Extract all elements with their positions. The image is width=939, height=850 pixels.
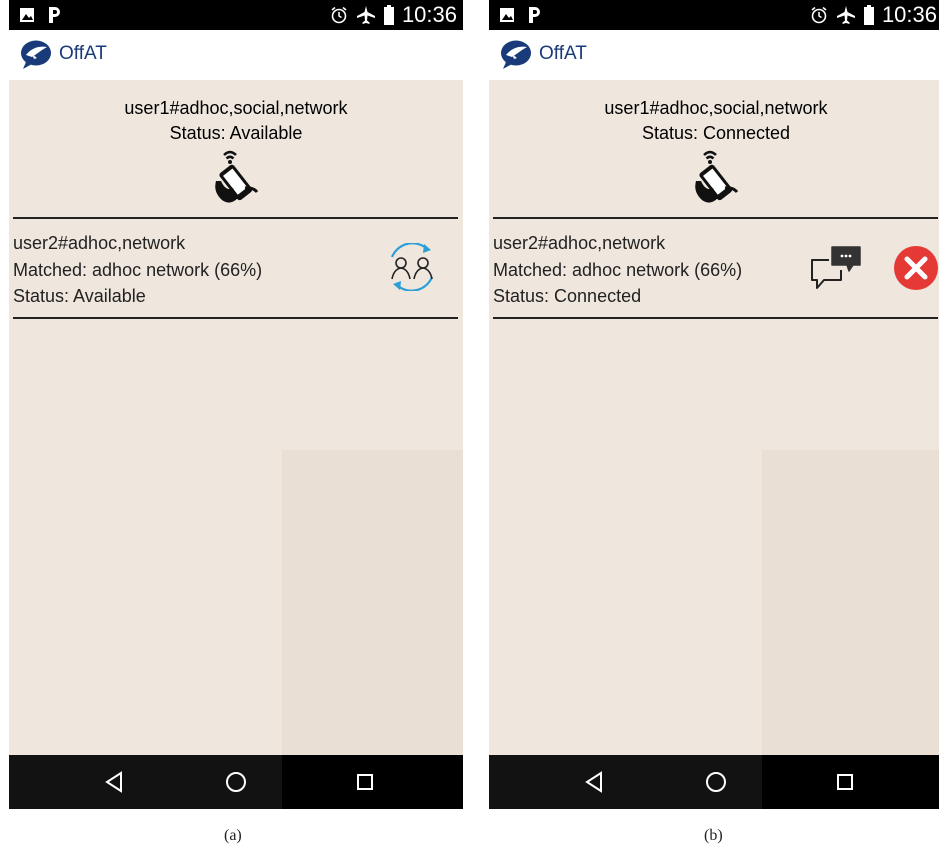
content-area: user1#adhoc,social,network Status: Avail… — [9, 80, 463, 755]
status-time: 10:36 — [881, 2, 937, 27]
recents-button[interactable] — [829, 766, 861, 798]
back-button[interactable] — [99, 766, 131, 798]
current-user-status: Status: Connected — [641, 123, 791, 143]
current-user-name: user1#adhoc,social,network — [124, 98, 348, 118]
connect-users-icon[interactable] — [383, 243, 441, 291]
phone-signal-icon — [695, 150, 739, 203]
home-button[interactable] — [220, 766, 252, 798]
peer-matched: Matched: adhoc network (66%) — [13, 260, 263, 280]
status-bar: 10:36 — [9, 0, 463, 30]
divider — [493, 217, 938, 219]
disconnect-icon[interactable] — [893, 245, 939, 291]
status-time: 10:36 — [401, 2, 457, 27]
nav-bar — [9, 755, 463, 809]
divider — [13, 317, 458, 319]
peer-name: user2#adhoc,network — [493, 233, 666, 253]
app-bar: OffAT — [9, 30, 463, 80]
caption-b: (b) — [704, 827, 723, 844]
phone-screen-b: 10:36 OffAT user1#adhoc,social,network S… — [489, 0, 939, 809]
home-button[interactable] — [700, 766, 732, 798]
phone-screen-a: 10:36 OffAT user1#adhoc,social,network S… — [9, 0, 463, 809]
alarm-icon — [331, 6, 347, 24]
offat-logo-icon — [501, 40, 531, 69]
alarm-icon — [811, 6, 827, 24]
app-title: OffAT — [539, 43, 587, 64]
recents-button[interactable] — [349, 766, 381, 798]
peer-matched: Matched: adhoc network (66%) — [493, 260, 743, 280]
peer-status: Status: Available — [13, 286, 146, 306]
back-button[interactable] — [579, 766, 611, 798]
phone-signal-icon — [215, 150, 259, 203]
app-title: OffAT — [59, 43, 107, 64]
airplane-icon — [356, 6, 375, 24]
chat-icon[interactable] — [809, 244, 865, 292]
airplane-icon — [836, 6, 855, 24]
divider — [13, 217, 458, 219]
nav-bar — [489, 755, 939, 809]
image-icon — [500, 8, 514, 22]
offat-logo-icon — [21, 40, 51, 69]
parking-icon — [49, 7, 60, 23]
caption-a: (a) — [224, 827, 242, 844]
current-user-name: user1#adhoc,social,network — [604, 98, 828, 118]
battery-icon — [863, 5, 874, 25]
battery-icon — [383, 5, 394, 25]
status-bar: 10:36 — [489, 0, 939, 30]
peer-status: Status: Connected — [493, 286, 642, 306]
app-bar: OffAT — [489, 30, 939, 80]
parking-icon — [529, 7, 540, 23]
divider — [493, 317, 938, 319]
image-icon — [20, 8, 34, 22]
content-area: user1#adhoc,social,network Status: Conne… — [489, 80, 939, 755]
current-user-status: Status: Available — [169, 123, 303, 143]
peer-name: user2#adhoc,network — [13, 233, 186, 253]
